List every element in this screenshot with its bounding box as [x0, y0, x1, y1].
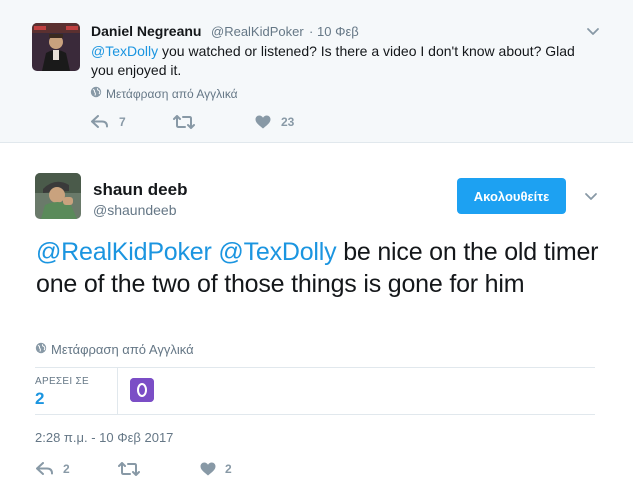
tweet-stats: ΑΡΕΣΕΙ ΣΕ 2	[35, 367, 595, 415]
reply-count: 7	[119, 115, 126, 129]
like-button[interactable]: 23	[255, 115, 294, 129]
globe-icon	[35, 342, 47, 357]
parent-tweet-body: you watched or listened? Is there a vide…	[91, 43, 575, 78]
parent-actions: 7 23	[91, 115, 294, 129]
parent-avatar[interactable]	[32, 23, 80, 71]
parent-tweet[interactable]: Daniel Negreanu @RealKidPoker · 10 Φεβ @…	[0, 0, 633, 143]
reply-button[interactable]: 7	[91, 115, 173, 129]
likes-stat-value[interactable]: 2	[35, 389, 44, 409]
parent-separator: ·	[309, 24, 314, 39]
stats-divider	[117, 368, 118, 414]
like-button[interactable]: 2	[200, 462, 232, 476]
following-button[interactable]: Ακολουθείτε	[457, 178, 566, 214]
parent-author-handle[interactable]: @RealKidPoker	[211, 24, 304, 39]
reply-button[interactable]: 2	[36, 462, 118, 476]
chevron-down-icon[interactable]	[585, 23, 601, 39]
translate-label: Μετάφραση από Αγγλικά	[106, 86, 238, 101]
main-author-name[interactable]: shaun deeb	[93, 180, 187, 200]
retweet-icon	[118, 462, 140, 476]
retweet-button[interactable]	[173, 115, 255, 129]
retweet-button[interactable]	[118, 462, 200, 476]
mention-link[interactable]: @RealKidPoker	[36, 238, 212, 266]
parent-author-name[interactable]: Daniel Negreanu	[91, 23, 201, 39]
main-tweet-text: @RealKidPoker @TexDolly be nice on the o…	[36, 236, 606, 300]
globe-icon	[90, 86, 102, 101]
retweet-icon	[173, 115, 195, 129]
likes-stat-label: ΑΡΕΣΕΙ ΣΕ	[35, 376, 89, 387]
tweet-date[interactable]: 2:28 π.μ. - 10 Φεβ 2017	[35, 430, 173, 445]
main-actions: 2 2	[36, 462, 232, 476]
parent-tweet-text: @TexDolly you watched or listened? Is th…	[91, 42, 581, 80]
heart-icon	[255, 115, 271, 129]
mention-link[interactable]: @TexDolly	[218, 238, 336, 266]
main-avatar[interactable]	[35, 173, 81, 219]
main-author-handle[interactable]: @shaundeeb	[93, 202, 177, 218]
translate-label: Μετάφραση από Αγγλικά	[51, 342, 194, 357]
heart-icon	[200, 462, 216, 476]
reply-icon	[91, 115, 109, 129]
mention-link[interactable]: @TexDolly	[91, 43, 158, 59]
like-count: 23	[281, 115, 295, 129]
translate-link[interactable]: Μετάφραση από Αγγλικά	[90, 86, 238, 101]
chevron-down-icon[interactable]	[583, 188, 599, 204]
reply-count: 2	[63, 462, 70, 476]
liker-avatar[interactable]	[130, 378, 154, 402]
tweet-permalink: Daniel Negreanu @RealKidPoker · 10 Φεβ @…	[0, 0, 633, 491]
parent-timestamp[interactable]: 10 Φεβ	[317, 24, 359, 39]
reply-icon	[36, 462, 54, 476]
translate-link[interactable]: Μετάφραση από Αγγλικά	[35, 342, 194, 357]
like-count: 2	[225, 462, 232, 476]
